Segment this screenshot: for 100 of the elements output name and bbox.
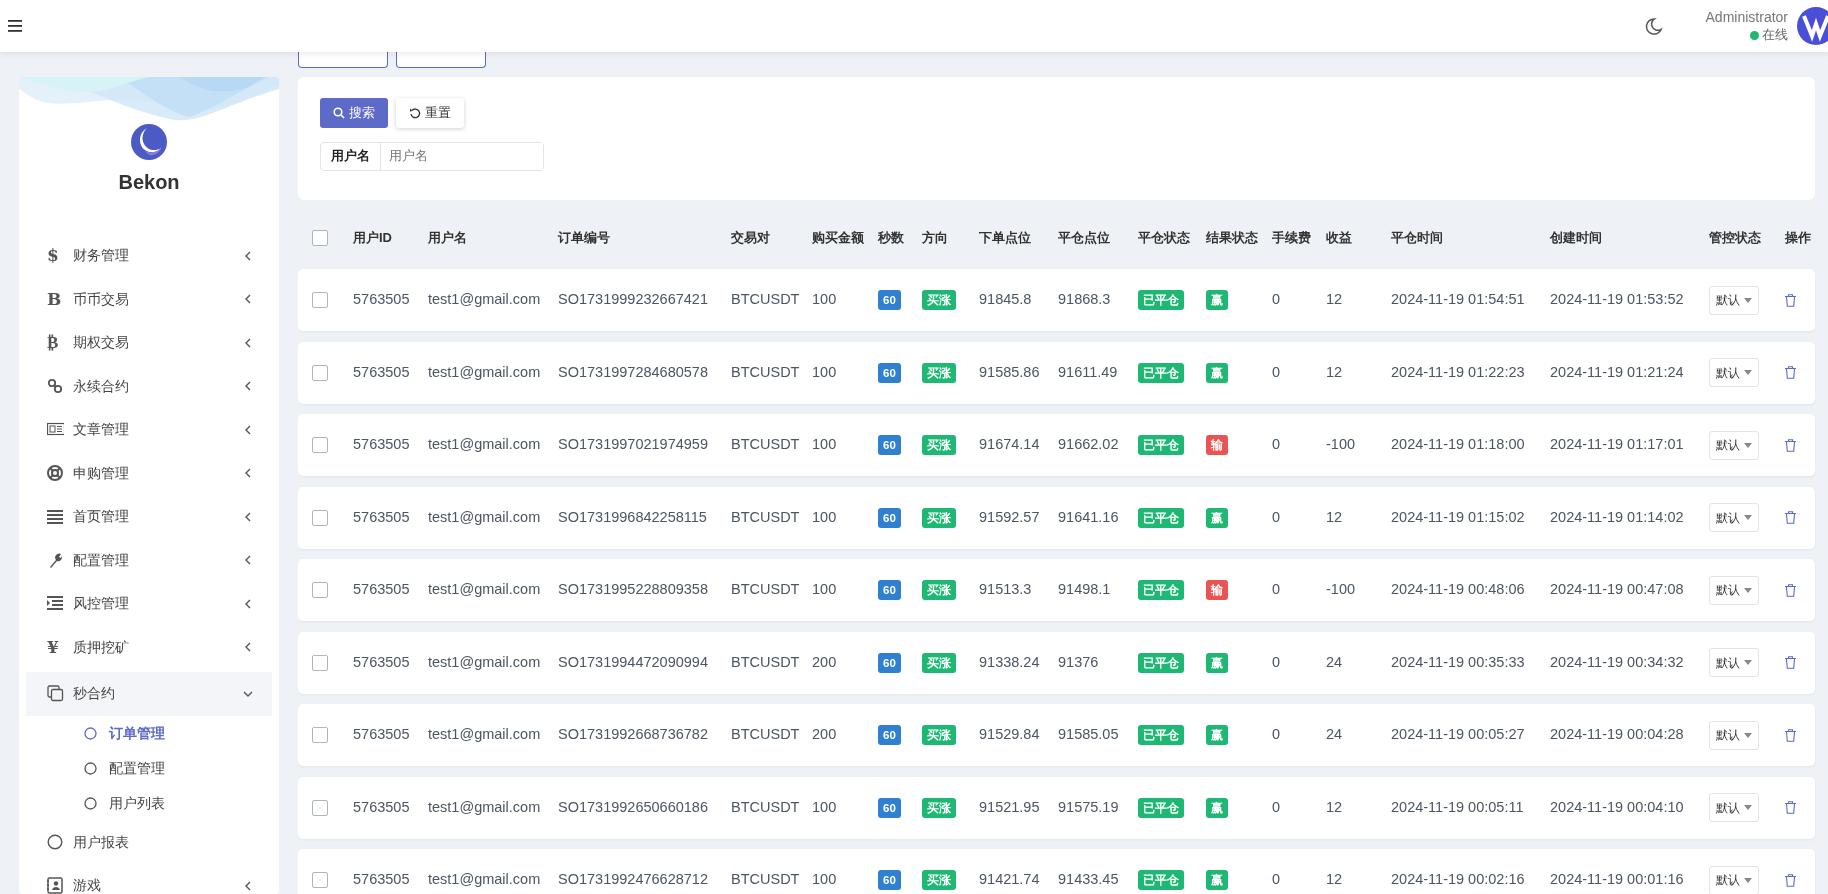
table-cell: BTCUSDT [731,363,800,380]
row-checkbox[interactable] [312,509,328,526]
column-header: 秒数 [878,230,904,246]
trash-icon[interactable] [1785,293,1796,307]
menu-item[interactable]: 用户报表 [26,820,272,864]
control-select[interactable]: 默认 [1709,285,1759,315]
wrench-icon [47,551,64,569]
row-checkbox[interactable] [312,364,328,381]
table-cell: 100 [812,871,837,888]
moon-icon[interactable] [1643,16,1663,36]
menu-item[interactable]: ¥ 质押挖矿 [26,625,272,669]
menu-item[interactable]: 申购管理 [26,451,272,495]
control-select[interactable]: 默认 [1709,358,1759,387]
table-cell: 2024-11-19 01:15:02 [1391,508,1525,525]
table-cell: 91433.45 [1058,871,1119,888]
seconds-tag: 60 [878,290,901,311]
menu-icon[interactable] [8,20,22,32]
table-cell: SO1731999232667421 [558,291,708,308]
table-cell: 91611.49 [1058,363,1118,380]
menu-item[interactable]: $ 财务管理 [26,234,272,278]
table-cell: 5763505 [353,871,410,888]
row-checkbox[interactable] [312,582,328,598]
submenu-item[interactable]: 用户列表 [19,785,279,821]
toolbar-button[interactable] [396,52,486,68]
close-status-tag: 已平仓 [1138,870,1184,891]
toolbar-button[interactable] [298,52,388,68]
table-cell: 2024-11-19 00:47:08 [1550,581,1684,598]
table-cell: SO1731997284680578 [558,363,708,380]
table-cell: BTCUSDT [731,436,800,453]
submenu-item[interactable]: 配置管理 [19,750,279,786]
row-checkbox[interactable] [312,654,328,671]
circle-icon [84,726,97,740]
trash-icon[interactable] [1785,366,1796,380]
table-cell: 0 [1272,871,1281,888]
table-cell: test1@gmail.com [428,508,541,525]
menu-item[interactable]: B 币币交易 [26,277,272,321]
table-cell: 0 [1272,508,1281,525]
control-select[interactable]: 默认 [1709,503,1759,532]
menu-item[interactable]: 游戏 [26,864,272,894]
result-tag: 赢 [1206,507,1228,528]
menu-item[interactable]: ₿ 期权交易 [26,321,272,365]
table-cell: 100 [812,291,837,308]
control-select[interactable]: 默认 [1709,793,1759,822]
trash-icon[interactable] [1785,583,1796,597]
table-cell: SO1731992476628712 [558,871,708,888]
menu-item[interactable]: 配置管理 [26,538,272,582]
menu-item[interactable]: 首页管理 [26,495,272,539]
trash-icon[interactable] [1785,728,1796,742]
table-cell: BTCUSDT [731,871,800,888]
reset-icon [409,107,421,119]
table-cell: 2024-11-19 00:05:11 [1391,798,1524,815]
direction-tag: 买涨 [922,580,956,601]
currency-icon: $ [47,243,59,269]
table-cell: 91641.16 [1058,508,1119,525]
table-cell: 91674.14 [979,436,1040,453]
table-cell: 2024-11-19 00:04:28 [1550,726,1684,743]
menu-item[interactable]: 永续合约 [26,364,272,408]
control-select[interactable]: 默认 [1709,865,1759,894]
menu-item[interactable]: 秒合约 [26,672,272,716]
avatar-icon[interactable] [1796,6,1828,46]
search-button[interactable]: 搜索 [320,98,388,128]
lifebuoy-icon [47,464,64,482]
table-cell: 12 [1326,798,1343,815]
seconds-tag: 60 [878,797,901,818]
row-checkbox[interactable] [312,437,328,453]
menu-item[interactable]: 风控管理 [26,582,272,626]
select-all-checkbox[interactable] [312,230,328,246]
submenu-item[interactable]: 订单管理 [19,715,279,751]
trash-icon[interactable] [1785,511,1796,525]
control-select[interactable]: 默认 [1709,575,1759,605]
result-tag: 赢 [1206,652,1228,673]
trash-icon[interactable] [1785,656,1796,670]
row-checkbox[interactable] [312,727,328,743]
column-header: 收益 [1326,230,1352,246]
reset-button[interactable]: 重置 [396,98,464,128]
caret-icon [1744,805,1752,810]
contact-card-icon [47,877,64,894]
column-header: 方向 [922,230,948,246]
trash-icon[interactable] [1785,801,1796,815]
trash-icon[interactable] [1785,438,1796,452]
table-cell: test1@gmail.com [428,798,541,815]
trash-icon[interactable] [1785,873,1796,887]
row-checkbox[interactable] [312,872,328,888]
caret-icon [1744,297,1752,303]
table-cell: BTCUSDT [731,726,800,743]
table-cell: 91513.3 [979,581,1032,598]
row-checkbox[interactable] [312,799,328,816]
menu-item[interactable]: 文章管理 [26,408,272,452]
column-header: 结果状态 [1206,230,1258,246]
row-checkbox[interactable] [312,292,328,308]
column-header: 手续费 [1272,230,1311,246]
close-status-tag: 已平仓 [1138,652,1184,673]
table-cell: 24 [1326,653,1343,670]
control-select[interactable]: 默认 [1709,648,1759,677]
table-cell: 200 [812,726,837,743]
control-select[interactable]: 默认 [1709,430,1759,460]
control-select[interactable]: 默认 [1709,720,1759,750]
table-cell: 0 [1272,581,1281,598]
username-field[interactable]: 用户名 用户名 [320,142,544,171]
table-cell: 5763505 [353,581,410,598]
